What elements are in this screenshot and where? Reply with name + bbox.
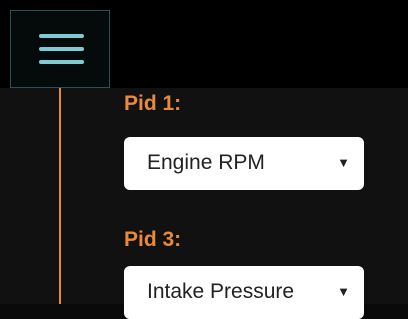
pid-3-label: Pid 3: <box>124 228 182 251</box>
pid-3-select[interactable]: Intake Pressure ▼ <box>124 266 364 319</box>
pid-1-select[interactable]: Engine RPM ▼ <box>124 137 364 190</box>
pid-1-selected-value: Engine RPM <box>147 151 265 174</box>
dropdown-arrow-icon: ▼ <box>337 155 350 170</box>
menu-button[interactable] <box>10 10 110 88</box>
menu-line <box>39 34 84 38</box>
menu-line <box>39 60 84 64</box>
sidebar-divider <box>59 88 61 304</box>
menu-line <box>39 47 84 51</box>
pid-1-label: Pid 1: <box>124 92 182 115</box>
dropdown-arrow-icon: ▼ <box>337 284 350 299</box>
pid-3-selected-value: Intake Pressure <box>147 280 295 303</box>
